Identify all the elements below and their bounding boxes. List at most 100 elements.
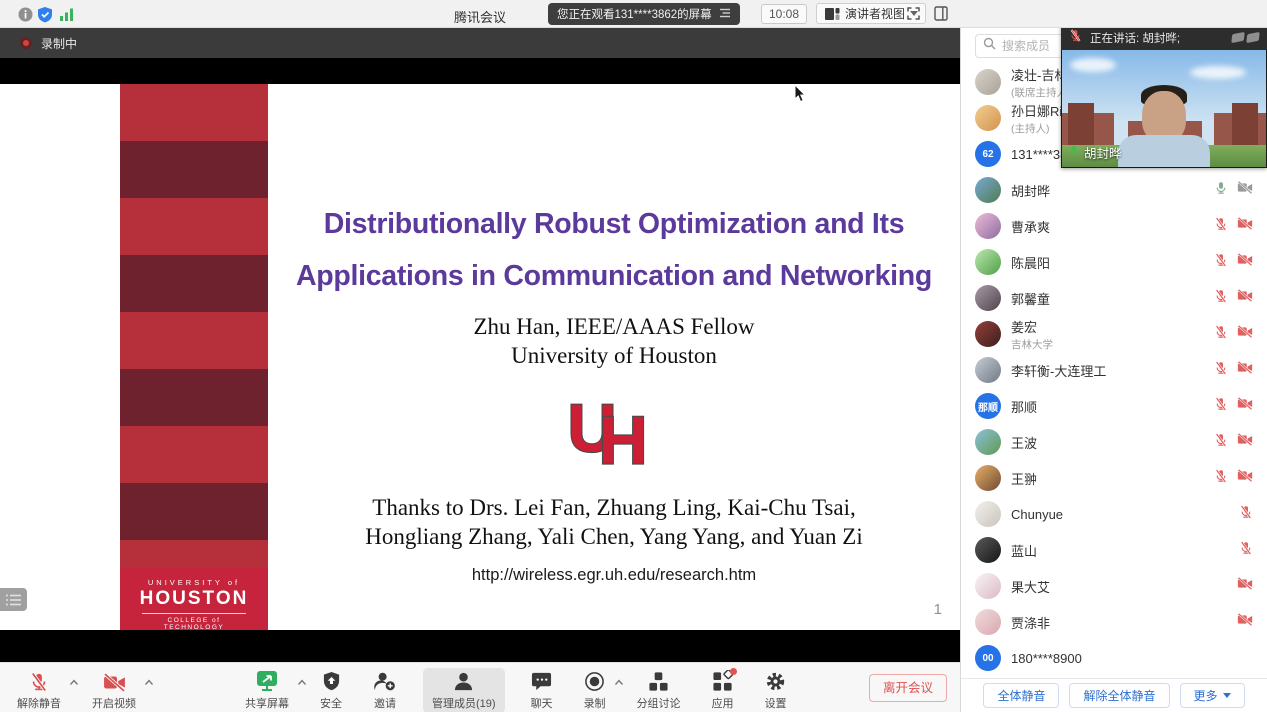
watching-screen-pill[interactable]: 您正在观看131****3862的屏幕 [548,3,740,25]
toolbar-chat[interactable]: 聊天 [526,668,558,712]
slide-content: Distributionally Robust Optimization and… [268,84,960,630]
camera-off-icon[interactable] [1237,325,1253,343]
camera-off-icon [103,670,126,692]
member-avatar [975,249,1001,275]
member-row[interactable]: 00180****8900 [961,640,1267,676]
member-row[interactable]: 郭馨童 [961,280,1267,316]
member-avatar [975,285,1001,311]
network-signal-icon[interactable] [59,8,75,26]
mic-muted-icon[interactable] [1239,541,1253,560]
speaker-video-thumbnail[interactable]: 正在讲话: 胡封晔; 胡封晔 [1061,25,1267,168]
camera-off-icon[interactable] [1237,469,1253,487]
camera-off-icon[interactable] [1237,253,1253,271]
toolbar-record[interactable]: 录制 [579,668,611,712]
unmute-all-button[interactable]: 解除全体静音 [1069,683,1169,708]
member-name: 陈晨阳 [1011,253,1214,272]
toolbar-members[interactable]: 管理成员(19) [423,668,505,712]
member-name: 蓝山 [1011,541,1239,560]
info-icon[interactable] [18,7,33,27]
member-row[interactable]: 曹承爽 [961,208,1267,244]
member-row[interactable]: Chunyue [961,496,1267,532]
member-avatar [975,537,1001,563]
member-name: 那顺 [1011,397,1214,416]
member-name: 姜宏 [1011,317,1214,336]
member-name: 曹承爽 [1011,217,1214,236]
member-row[interactable]: 王波 [961,424,1267,460]
chevron-up-icon[interactable] [297,673,307,691]
toolbar-mic-muted[interactable]: 解除静音 [12,668,66,712]
chevron-up-icon[interactable] [69,673,79,691]
mouse-cursor [794,84,807,108]
toolbar-gear[interactable]: 设置 [760,668,792,712]
camera-off-icon[interactable] [1237,217,1253,235]
member-name: 王波 [1011,433,1214,452]
member-row[interactable]: 蓝山 [961,532,1267,568]
mic-muted-icon[interactable] [1214,217,1228,236]
mic-muted-icon[interactable] [1239,505,1253,524]
side-panel-toggle-icon[interactable] [934,6,948,26]
slide-page-number: 1 [934,601,942,618]
camera-off-icon[interactable] [1237,433,1253,451]
pill-menu-icon[interactable] [719,8,731,21]
toolbar-label: 录制 [584,695,606,711]
toolbar-shield[interactable]: 安全 [315,668,347,712]
member-row[interactable]: 姜宏吉林大学 [961,316,1267,352]
watching-screen-label: 您正在观看131****3862的屏幕 [557,6,712,22]
camera-off-icon[interactable] [1237,181,1253,199]
camera-off-icon[interactable] [1237,397,1253,415]
speaker-video-feed: 胡封晔 [1061,50,1267,168]
mic-muted-icon[interactable] [1214,361,1228,380]
meeting-clock: 10:08 [761,4,807,24]
speaker-name-tag: 胡封晔 [1068,143,1122,162]
mic-on-icon[interactable] [1214,181,1228,200]
toolbar-label: 共享屏幕 [245,695,289,711]
member-row[interactable]: 那顺那顺 [961,388,1267,424]
security-shield-icon[interactable] [38,7,52,28]
member-avatar [975,429,1001,455]
mute-all-button[interactable]: 全体静音 [983,683,1059,708]
more-button[interactable]: 更多 [1180,683,1245,708]
mic-muted-icon[interactable] [1214,397,1228,416]
member-avatar [975,465,1001,491]
member-row[interactable]: 王翀 [961,460,1267,496]
mic-muted-icon[interactable] [1214,289,1228,308]
layout-icon [824,7,840,21]
member-row[interactable]: 贾涤非 [961,604,1267,640]
chat-icon [531,670,552,692]
monogram-h: H [598,404,647,476]
member-panel: 管理成员(19) ··· × 凌壮-吉林大(联席主持人孙日娜Rita(主持人)6… [960,0,1267,712]
chevron-up-icon[interactable] [144,673,154,691]
member-row[interactable]: 果大艾 [961,568,1267,604]
member-row[interactable]: 李轩衡-大连理工 [961,352,1267,388]
leave-meeting-button[interactable]: 离开会议 [869,674,947,702]
member-avatar [975,105,1001,131]
toolbar-camera-off[interactable]: 开启视频 [87,668,141,712]
member-role: 吉林大学 [1011,337,1214,352]
mic-muted-icon[interactable] [1214,433,1228,452]
chevron-up-icon[interactable] [614,673,624,691]
collapsed-panel-handle[interactable] [0,588,27,611]
camera-off-icon[interactable] [1237,577,1253,595]
member-row[interactable]: 胡封晔 [961,172,1267,208]
toolbar-label: 聊天 [531,695,553,711]
stripe-band [120,255,268,312]
mic-muted-icon[interactable] [1214,253,1228,272]
mic-muted-icon[interactable] [1214,469,1228,488]
member-name: 郭馨童 [1011,289,1214,308]
mic-muted-icon[interactable] [1214,325,1228,344]
toolbar-invite[interactable]: 邀请 [368,668,402,712]
stripe-band [120,312,268,369]
toolbar-screen-share[interactable]: 共享屏幕 [240,668,294,712]
camera-off-icon[interactable] [1237,361,1253,379]
fullscreen-icon[interactable] [906,6,921,26]
toolbar-apps[interactable]: 应用 [707,668,739,712]
member-row[interactable]: 陈晨阳 [961,244,1267,280]
toolbar-breakout[interactable]: 分组讨论 [632,668,686,712]
window-top-bar: 腾讯会议 您正在观看131****3862的屏幕 10:08 演讲者视图 [0,0,1267,28]
mic-muted-icon [29,670,49,692]
camera-off-icon[interactable] [1237,289,1253,307]
apps-icon [712,670,734,692]
camera-off-icon[interactable] [1237,613,1253,631]
recording-bar: 录制中 [0,28,960,58]
slide-title-line2: Applications in Communication and Networ… [268,260,960,293]
